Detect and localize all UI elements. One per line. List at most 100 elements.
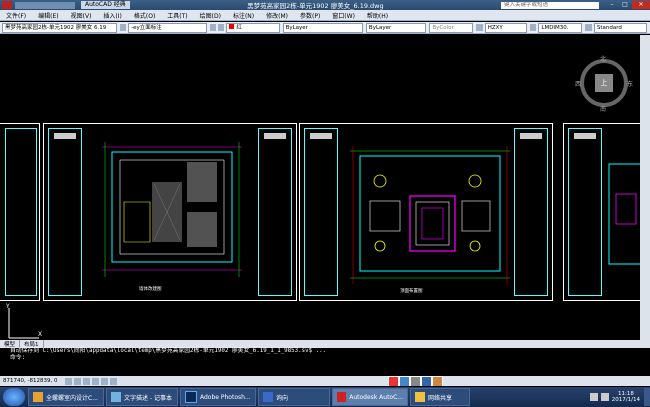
tab-layout1[interactable]: 布局1 (20, 340, 44, 348)
quick-access-toolbar[interactable] (15, 1, 75, 9)
app-icon (33, 392, 43, 402)
menu-view[interactable]: 视图(V) (65, 11, 98, 20)
layer-tool-icon[interactable] (218, 24, 225, 31)
punctuation-icon[interactable] (411, 376, 420, 386)
menu-format[interactable]: 格式(O) (128, 11, 161, 20)
ortho-toggle-icon[interactable] (83, 377, 91, 385)
show-desktop-button[interactable] (644, 388, 650, 406)
ime-mode-icon[interactable] (400, 376, 409, 386)
volume-icon[interactable] (600, 393, 609, 401)
drawing-sheet (563, 123, 640, 301)
title-bar: AutoCAD 经典 黑梦苑高家园2栋-单元1902 廖美女_6.19.dwg … (0, 0, 650, 10)
taskbar-item[interactable]: 网络共享 (410, 388, 470, 406)
color-label: 红 (236, 24, 242, 31)
microphone-icon[interactable] (422, 376, 431, 386)
minimize-button[interactable]: – (606, 1, 618, 9)
menu-modify[interactable]: 修改(M) (260, 11, 294, 20)
menu-window[interactable]: 窗口(W) (326, 11, 361, 20)
ime-toolbar[interactable] (388, 376, 443, 386)
taskbar-item[interactable]: Adobe Photosh... (180, 388, 256, 406)
menu-parametric[interactable]: 参数(P) (294, 11, 326, 20)
menu-tools[interactable]: 工具(T) (161, 11, 193, 20)
dim-style-icon[interactable] (530, 24, 537, 31)
compass-south[interactable]: 南 (600, 104, 606, 113)
viewcube[interactable]: 上 北 南 东 西 (575, 54, 633, 113)
status-bar: 871740, -812839, 0 (0, 376, 650, 386)
layer-tool-icon[interactable] (209, 24, 217, 31)
table-style-combo[interactable]: Standard (593, 22, 647, 33)
floor-plan-drawing (102, 142, 242, 277)
svg-text:X: X (38, 331, 42, 338)
table-style-icon[interactable] (585, 24, 592, 31)
menu-bar: 文件(F) 编辑(E) 视图(V) 插入(I) 格式(O) 工具(T) 绘图(D… (0, 10, 650, 21)
taskbar-item-label: 全螺螺室内设计C... (46, 394, 98, 402)
keyboard-icon[interactable] (433, 376, 442, 386)
menu-draw[interactable]: 绘图(D) (194, 11, 227, 20)
properties-toolbar: 黑梦苑高家园2栋-单元1902 廖美女 6.19 -ey立面标注 红 ByLay… (0, 22, 650, 34)
drawing-sheet (0, 123, 40, 301)
layout-tabs: 模型 布局1 (0, 340, 640, 348)
osnap-toggle-icon[interactable] (101, 377, 109, 385)
compass-north[interactable]: 北 (600, 54, 606, 63)
menu-file[interactable]: 文件(F) (0, 11, 32, 20)
help-search-input[interactable]: 键入关键字或短语 (501, 1, 599, 9)
compass-east[interactable]: 东 (627, 79, 633, 88)
menu-help[interactable]: 帮助(H) (361, 11, 394, 20)
otrack-toggle-icon[interactable] (110, 377, 118, 385)
network-icon[interactable] (589, 393, 598, 401)
polar-toggle-icon[interactable] (92, 377, 100, 385)
viewcube-face-top[interactable]: 上 (595, 74, 613, 92)
workspace-selector[interactable]: AutoCAD 经典 (81, 1, 130, 9)
coordinate-readout: 871740, -812839, 0 (3, 378, 58, 384)
drawing-area[interactable]: 墙体改建图 顶面布置图 Y X (0, 35, 640, 348)
drawing-sheet: 墙体改建图 (43, 123, 297, 301)
taskbar: 全螺螺室内设计C... 文字描述 - 记事本 Adobe Photosh... … (0, 387, 650, 407)
layer-combo[interactable]: -ey立面标注 (128, 22, 207, 33)
taskbar-item-label: Adobe Photosh... (200, 393, 251, 401)
command-prompt[interactable]: 命令: (10, 355, 650, 362)
lineweight-combo[interactable]: ByLayer (365, 22, 427, 33)
text-style-combo[interactable]: HZXY (484, 22, 528, 33)
layer-state-icon[interactable] (119, 24, 127, 31)
vertical-scrollbar[interactable] (640, 35, 650, 348)
sogou-icon[interactable] (389, 376, 398, 386)
close-button[interactable]: ✕ (632, 1, 650, 9)
folder-icon (415, 392, 425, 402)
taskbar-item-label: Autodesk AutoC... (349, 393, 403, 401)
grid-toggle-icon[interactable] (74, 377, 82, 385)
taskbar-item[interactable]: 文字描述 - 记事本 (106, 388, 178, 406)
taskbar-item[interactable]: 全螺螺室内设计C... (28, 388, 104, 406)
linetype-combo[interactable]: ByLayer (282, 22, 363, 33)
autocad-logo-icon[interactable] (2, 1, 12, 9)
taskbar-item-label: 询向 (276, 394, 289, 402)
dim-style-combo[interactable]: LMDIM30. (538, 22, 583, 33)
ucs-icon: Y X (5, 303, 42, 339)
autocad-icon (337, 392, 347, 402)
menu-dimension[interactable]: 标注(N) (227, 11, 260, 20)
company-logo (54, 133, 76, 139)
menu-edit[interactable]: 编辑(E) (32, 11, 64, 20)
clock[interactable]: 11:18 2017/1/14 (612, 391, 640, 403)
company-logo (574, 133, 596, 139)
color-swatch (229, 23, 235, 29)
title-block (5, 128, 37, 296)
company-logo (520, 133, 542, 139)
file-tab[interactable]: 黑梦苑高家园2栋-单元1902 廖美女 6.19 (2, 22, 117, 33)
maximize-button[interactable]: □ (619, 1, 631, 9)
compass-west[interactable]: 西 (575, 79, 581, 88)
title-block (48, 128, 82, 296)
color-combo[interactable]: 红 (226, 22, 280, 33)
text-style-icon[interactable] (476, 24, 483, 31)
start-button[interactable] (3, 388, 25, 406)
command-line[interactable]: 自动保存到 C:\Users\向阳\appdata\local\temp\黑梦苑… (0, 348, 650, 362)
taskbar-item[interactable]: 询向 (258, 388, 330, 406)
company-logo (264, 133, 286, 139)
company-logo (310, 133, 332, 139)
menu-insert[interactable]: 插入(I) (97, 11, 127, 20)
sheet-caption: 顶面布置图 (400, 289, 423, 294)
plotstyle-combo[interactable]: ByColor (429, 22, 474, 33)
tab-model[interactable]: 模型 (0, 340, 21, 348)
taskbar-item[interactable]: Autodesk AutoC... (332, 388, 408, 406)
snap-toggle-icon[interactable] (65, 377, 73, 385)
app-icon (263, 392, 273, 402)
